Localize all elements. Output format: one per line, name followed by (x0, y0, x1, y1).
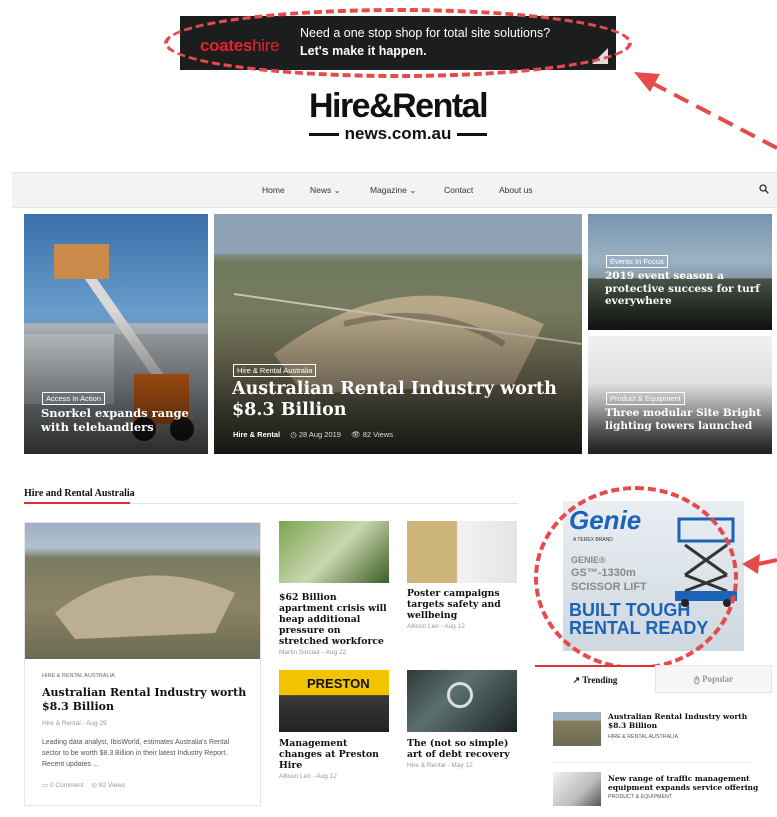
hero-tile-snorkel[interactable]: Access In Action Snorkel expands range w… (24, 214, 208, 454)
trending-item[interactable]: New range of traffic management equipmen… (553, 772, 763, 812)
meta-views: 82 Views (362, 430, 393, 439)
grid-item-preston[interactable]: PRESTON Management changes at Preston Hi… (279, 670, 391, 780)
tile-title[interactable]: 2019 event season a protective success f… (605, 270, 765, 308)
nav-about[interactable]: About us (499, 185, 533, 195)
fire-icon: ტ (693, 674, 700, 684)
grid-item-poster[interactable]: Poster campaigns targets safety and well… (407, 521, 519, 656)
grid-title[interactable]: Poster campaigns targets safety and well… (407, 588, 519, 621)
tab-popular[interactable]: ტ Popular (655, 665, 772, 693)
site-logo-title: Hire&Rental (308, 87, 489, 125)
trending-title[interactable]: Australian Rental Industry worth $8.3 Bi… (608, 712, 763, 730)
search-icon[interactable] (759, 184, 769, 194)
section-divider-accent (24, 502, 130, 504)
trending-title[interactable]: New range of traffic management equipmen… (608, 774, 768, 792)
main-nav: Home News ⌄ Magazine ⌄ Contact About us (12, 172, 777, 208)
annotation-ellipse-top (164, 8, 632, 78)
tile-title[interactable]: Australian Rental Industry worth $8.3 Bi… (232, 379, 572, 421)
feature-stats: ▭ 0 Comment ◎ 82 Views (42, 781, 125, 789)
trending-thumb[interactable] (553, 772, 601, 806)
site-logo[interactable]: Hire&Rental news.com.au (280, 88, 516, 148)
feature-excerpt: Leading data analyst, IbisWorld, estimat… (42, 739, 230, 768)
hero-tile-events[interactable]: Events In Focus 2019 event season a prot… (588, 214, 772, 330)
preston-sign: PRESTON (307, 676, 370, 691)
feature-views: 82 Views (98, 782, 126, 789)
trending-thumb[interactable] (553, 712, 601, 746)
grid-meta: Martin Sinclair - Aug 22 (279, 649, 347, 656)
tile-title[interactable]: Snorkel expands range with telehandlers (41, 406, 201, 435)
trending-item[interactable]: Australian Rental Industry worth $8.3 Bi… (553, 712, 763, 752)
grid-title[interactable]: $62 Billion apartment crisis will heap a… (279, 592, 391, 647)
trending-divider (553, 762, 753, 763)
comment-icon: ▭ (42, 782, 49, 789)
nav-home[interactable]: Home (262, 185, 285, 195)
grid-meta: Allison Leo - Aug 12 (279, 773, 337, 780)
section-title[interactable]: Hire and Rental Australia (24, 488, 135, 499)
tile-tag[interactable]: Access In Action (42, 392, 106, 405)
grid-meta: Hire & Rental - May 12 (407, 762, 473, 769)
eye-icon: 👁 (351, 430, 361, 439)
hero-tile-main[interactable]: Hire & Rental Australia Australian Renta… (214, 214, 582, 454)
nav-contact[interactable]: Contact (444, 185, 473, 195)
annotation-ellipse-sidebar (534, 486, 738, 670)
meta-date: 28 Aug 2019 (298, 430, 341, 439)
trending-category[interactable]: PRODUCT & EQUIPMENT (608, 794, 672, 800)
grid-image[interactable] (407, 670, 517, 732)
feature-comments[interactable]: 0 Comment (50, 782, 84, 789)
grid-image[interactable] (279, 521, 389, 583)
feature-image[interactable] (25, 523, 260, 659)
hero-tile-product[interactable]: Product & Equipment Three modular Site B… (588, 336, 772, 454)
feature-meta: Hire & Rental - Aug 29 (42, 720, 107, 727)
site-logo-subtitle: news.com.au (280, 124, 516, 144)
trending-tabs: ↗ Trending ტ Popular (535, 665, 772, 693)
feature-card[interactable]: HIRE & RENTAL AUSTRALIA Australian Renta… (24, 522, 261, 806)
nav-news[interactable]: News ⌄ (310, 185, 341, 196)
meta-author[interactable]: Hire & Rental (233, 430, 280, 439)
tile-tag[interactable]: Hire & Rental Australia (233, 364, 317, 377)
trending-category[interactable]: HIRE & RENTAL AUSTRALIA (608, 734, 678, 740)
tab-trending[interactable]: ↗ Trending (535, 665, 655, 693)
magnifier-icon (447, 682, 473, 708)
grid-item-apartment[interactable]: $62 Billion apartment crisis will heap a… (279, 521, 391, 656)
annotation-arrow-sidebar (742, 554, 777, 574)
grid-title[interactable]: Management changes at Preston Hire (279, 738, 391, 771)
nav-magazine[interactable]: Magazine ⌄ (370, 185, 416, 196)
grid-image[interactable] (407, 521, 517, 583)
eye-icon: ◎ (91, 782, 98, 789)
trending-icon: ↗ (572, 675, 581, 685)
grid-image[interactable]: PRESTON (279, 670, 389, 732)
grid-meta: Allison Leo - Aug 12 (407, 623, 465, 630)
tile-tag[interactable]: Events In Focus (606, 255, 668, 268)
grid-item-debt[interactable]: The (not so simple) art of debt recovery… (407, 670, 519, 780)
tile-title[interactable]: Three modular Site Bright lighting tower… (605, 407, 765, 432)
grid-title[interactable]: The (not so simple) art of debt recovery (407, 738, 519, 760)
feature-title[interactable]: Australian Rental Industry worth $8.3 Bi… (42, 686, 247, 714)
tile-meta: Hire & Rental ◷ 28 Aug 2019 👁 82 Views (233, 430, 393, 439)
feature-category[interactable]: HIRE & RENTAL AUSTRALIA (42, 673, 115, 679)
tile-tag[interactable]: Product & Equipment (606, 392, 685, 405)
annotation-arrow-top (634, 72, 777, 150)
clock-icon: ◷ (290, 430, 297, 439)
